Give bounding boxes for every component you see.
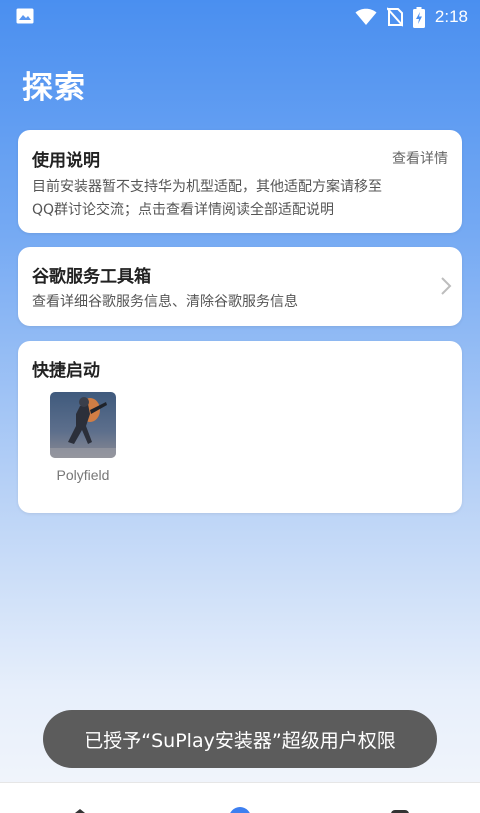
app-tile-polyfield[interactable]: Polyfield bbox=[49, 392, 117, 483]
usage-card[interactable]: 使用说明 查看详情 目前安装器暂不支持华为机型适配，其他适配方案请移至 QQ群讨… bbox=[18, 130, 462, 233]
status-icons: 2:18 bbox=[355, 6, 468, 28]
home-icon[interactable] bbox=[68, 805, 92, 813]
app-name-polyfield: Polyfield bbox=[56, 467, 110, 483]
image-icon bbox=[16, 8, 34, 24]
google-tools-card[interactable]: 谷歌服务工具箱 查看详细谷歌服务信息、清除谷歌服务信息 bbox=[18, 247, 462, 326]
usage-description-line2: QQ群讨论交流；点击查看详情阅读全部适配说明 bbox=[32, 202, 335, 218]
view-details-link[interactable]: 查看详情 bbox=[392, 148, 448, 168]
quick-launch-card: 快捷启动 Polyfield bbox=[18, 341, 462, 513]
google-tools-title: 谷歌服务工具箱 bbox=[32, 267, 151, 287]
toast-message: 已授予“SuPlay安装器”超级用户权限 bbox=[43, 710, 437, 768]
bottom-nav bbox=[0, 782, 480, 813]
polyfield-app-icon[interactable] bbox=[50, 392, 116, 458]
usage-description-line1: 目前安装器暂不支持华为机型适配，其他适配方案请移至 bbox=[32, 179, 382, 195]
profile-icon[interactable] bbox=[388, 805, 412, 813]
status-bar: 2:18 bbox=[0, 0, 480, 34]
battery-charging-icon bbox=[412, 6, 425, 28]
google-tools-description: 查看详细谷歌服务信息、清除谷歌服务信息 bbox=[32, 294, 298, 310]
usage-card-description: 目前安装器暂不支持华为机型适配，其他适配方案请移至 QQ群讨论交流；点击查看详情… bbox=[32, 176, 448, 222]
quick-launch-title: 快捷启动 bbox=[32, 361, 100, 381]
status-time: 2:18 bbox=[434, 7, 468, 26]
usage-card-title: 使用说明 bbox=[32, 151, 100, 171]
discover-icon[interactable] bbox=[228, 805, 252, 813]
wifi-icon bbox=[355, 8, 377, 25]
chevron-right-icon bbox=[441, 277, 452, 295]
no-sim-icon bbox=[386, 7, 403, 27]
page-title: 探索 bbox=[22, 70, 86, 106]
